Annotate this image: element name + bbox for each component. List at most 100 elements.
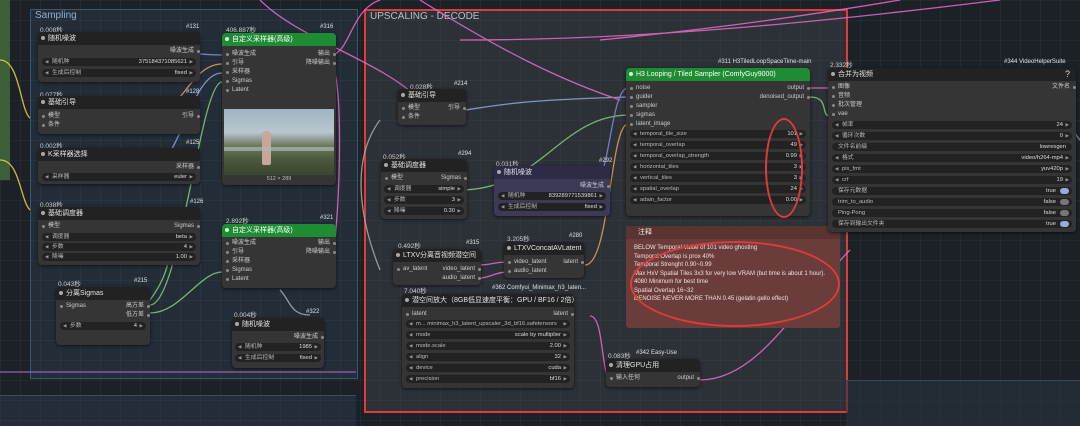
node-128-in-model[interactable]: 模型 — [42, 112, 60, 121]
node-344-out-filenames[interactable]: 文件名 — [1052, 83, 1077, 92]
node-214-in-cond[interactable]: 条件 — [402, 113, 420, 122]
node-131-random-noise[interactable]: 随机噪波 噪波生成 随机种375184371085621 生成后控制fixed — [38, 32, 201, 82]
node-214-out-guider[interactable]: 引导 — [448, 104, 467, 113]
node-126-out-sigmas[interactable]: Sigmas — [174, 222, 201, 231]
toggle-save-output[interactable] — [1060, 221, 1069, 227]
node-294-steps[interactable]: 步数3 — [384, 196, 464, 204]
node-316-in-noise[interactable]: 噪波生成 — [226, 50, 256, 59]
node-344-video-combine[interactable]: 合并为视频 ? 图像 音频 批次管理 vae 文件名 帧率24 循环次数0 文件… — [828, 68, 1077, 232]
node-214-in-model[interactable]: 模型 — [402, 104, 420, 113]
node-280-in-audio[interactable]: audio_latent — [508, 267, 547, 276]
node-315-in-av[interactable]: av_latent — [397, 265, 427, 274]
node-126-denoise[interactable]: 降噪1.00 — [42, 253, 196, 261]
node-215-out-low[interactable]: 低方差 — [126, 311, 151, 320]
node-316-out-denoised[interactable]: 降噪输出 — [306, 59, 337, 68]
node-311-in-latent[interactable]: latent_image — [630, 120, 670, 129]
node-215-split-sigmas[interactable]: 分离Sigmas Sigmas 高方差 低方差 步数4 — [56, 287, 151, 345]
node-125-out-sampler[interactable]: 采样器 — [176, 163, 201, 172]
node-344-loop-count[interactable]: 循环次数0 — [832, 132, 1072, 140]
node-321-out-output[interactable]: 输出 — [318, 239, 337, 248]
node-321-in-guider[interactable]: 引导 — [226, 248, 244, 257]
node-321-out-denoised[interactable]: 降噪输出 — [306, 248, 337, 257]
node-362-model[interactable]: m... minimax_h3_latent_upscaler_3d_bf16.… — [406, 320, 570, 328]
node-344-in-images[interactable]: 图像 — [832, 83, 850, 92]
node-131-seed[interactable]: 随机种375184371085621 — [42, 58, 196, 66]
node-322-random-noise[interactable]: 随机噪波 噪波生成 随机种1985 生成后控制fixed — [232, 318, 325, 368]
node-214-basic-guider[interactable]: 基础引导 模型 条件 引导 — [398, 89, 467, 125]
node-canvas[interactable]: Sampling UPSCALING - DECODE 0.008秒 #131 … — [0, 0, 1080, 426]
node-321-in-sampler[interactable]: 采样器 — [226, 257, 250, 266]
node-311-out-output[interactable]: output — [787, 84, 810, 93]
node-362-mode[interactable]: modescale by multiplier — [406, 331, 570, 339]
node-321-in-noise[interactable]: 噪波生成 — [226, 239, 256, 248]
node-344-in-audio[interactable]: 音频 — [832, 92, 850, 101]
node-344-save-output[interactable]: 保存到输出文件夹 true — [832, 220, 1072, 228]
node-321-in-latent[interactable]: Latent — [226, 275, 249, 284]
node-292-random-noise[interactable]: 随机噪波 噪波生成 随机种839289771539861 生成后控制fixed — [494, 166, 611, 216]
node-316-custom-sampler[interactable]: 自定义采样器(高级) 噪波生成 引导 采样器 Sigmas Latent 输出 … — [222, 33, 337, 185]
node-126-in-model[interactable]: 模型 — [42, 222, 60, 231]
node-280-out-latent[interactable]: latent — [563, 258, 584, 267]
node-215-out-high[interactable]: 高方差 — [126, 302, 151, 311]
node-362-mode-scale[interactable]: mode.scale2.00 — [406, 342, 570, 350]
node-292-out-noise[interactable]: 噪波生成 — [580, 182, 611, 191]
node-316-in-sampler[interactable]: 采样器 — [226, 68, 250, 77]
node-344-ping-pong[interactable]: Ping-Pong false — [832, 209, 1072, 217]
node-362-device[interactable]: devicecuda — [406, 364, 570, 372]
node-344-filename-prefix[interactable]: 文件名前缀 lowresgen — [832, 143, 1072, 151]
node-344-format[interactable]: 格式video/h264-mp4 — [832, 154, 1072, 162]
node-126-scheduler[interactable]: 调度器beta — [42, 233, 196, 241]
node-342-out-output[interactable]: output — [677, 374, 700, 383]
node-280-ltxv-concat[interactable]: LTXVConcatAVLatent video_latent audio_la… — [504, 242, 584, 278]
node-315-ltxv-separate[interactable]: LTXV分离音视频潜空间 av_latent video_latent audi… — [393, 249, 482, 285]
node-131-control[interactable]: 生成后控制fixed — [42, 69, 196, 77]
node-311-in-guider[interactable]: guider — [630, 93, 653, 102]
node-131-out-noise[interactable]: 噪波生成 — [170, 47, 201, 56]
node-292-control[interactable]: 生成后控制fixed — [498, 203, 606, 211]
node-311-out-denoised[interactable]: denoised_output — [760, 93, 811, 102]
node-342-in-any[interactable]: 输入任何 — [610, 374, 640, 383]
node-294-denoise[interactable]: 降噪0.30 — [384, 207, 464, 215]
node-128-out-guider[interactable]: 引导 — [182, 112, 201, 121]
node-311-in-sampler[interactable]: sampler — [630, 102, 657, 111]
node-316-in-guider[interactable]: 引导 — [226, 59, 244, 68]
node-362-out-latent[interactable]: latent — [553, 310, 574, 319]
node-316-in-latent[interactable]: Latent — [226, 86, 249, 95]
node-294-in-model[interactable]: 模型 — [385, 174, 403, 183]
node-126-steps[interactable]: 步数4 — [42, 243, 196, 251]
node-125-ksampler-select[interactable]: K采样器选择 采样器 采样器euler — [38, 148, 201, 184]
node-322-out-noise[interactable]: 噪波生成 — [294, 333, 325, 342]
node-125-sampler[interactable]: 采样器euler — [42, 173, 196, 181]
node-126-basic-scheduler[interactable]: 基础调度器 模型 Sigmas 调度器beta 步数4 降噪1.00 — [38, 207, 201, 265]
node-362-precision[interactable]: precisionbf16 — [406, 375, 570, 383]
node-322-control[interactable]: 生成后控制fixed — [235, 354, 321, 362]
toggle-ping-pong[interactable] — [1060, 210, 1069, 216]
node-322-seed[interactable]: 随机种1985 — [235, 343, 321, 351]
node-344-in-batch-manager[interactable]: 批次管理 — [832, 101, 862, 110]
node-344-frame-rate[interactable]: 帧率24 — [832, 121, 1072, 129]
node-128-basic-guider[interactable]: 基础引导 模型 条件 引导 — [38, 96, 201, 134]
node-128-in-cond[interactable]: 条件 — [42, 121, 60, 130]
node-316-out-output[interactable]: 输出 — [318, 50, 337, 59]
node-362-align[interactable]: align32 — [406, 353, 570, 361]
node-344-in-vae[interactable]: vae — [832, 110, 848, 119]
node-321-custom-sampler[interactable]: 自定义采样器(高级) 噪波生成 引导 采样器 Sigmas Latent 输出 … — [222, 224, 337, 288]
node-362-in-latent[interactable]: latent — [406, 310, 427, 319]
node-215-steps[interactable]: 步数4 — [60, 322, 146, 330]
node-315-out-audio[interactable]: audio_latent — [442, 274, 481, 283]
node-294-scheduler[interactable]: 调度器simple — [384, 185, 464, 193]
node-292-seed[interactable]: 随机种839289771539861 — [498, 192, 606, 200]
node-294-basic-scheduler[interactable]: 基础调度器 模型 Sigmas 调度器simple 步数3 降噪0.30 — [381, 159, 468, 219]
node-294-out-sigmas[interactable]: Sigmas — [441, 174, 468, 183]
node-344-help-icon[interactable]: ? — [1065, 69, 1070, 79]
node-311-in-sigmas[interactable]: sigmas — [630, 111, 655, 120]
node-344-pix-fmt[interactable]: pix_fmtyuv420p — [832, 165, 1072, 173]
node-344-trim-to-audio[interactable]: trim_to_audio false — [832, 198, 1072, 206]
node-280-in-video[interactable]: video_latent — [508, 258, 546, 267]
node-344-save-metadata[interactable]: 保存元数据 true — [832, 187, 1072, 195]
node-316-in-sigmas[interactable]: Sigmas — [226, 77, 252, 86]
node-315-out-video[interactable]: video_latent — [443, 265, 482, 274]
node-311-in-noise[interactable]: noise — [630, 84, 650, 93]
toggle-save-metadata[interactable] — [1060, 188, 1069, 194]
node-321-in-sigmas[interactable]: Sigmas — [226, 266, 252, 275]
